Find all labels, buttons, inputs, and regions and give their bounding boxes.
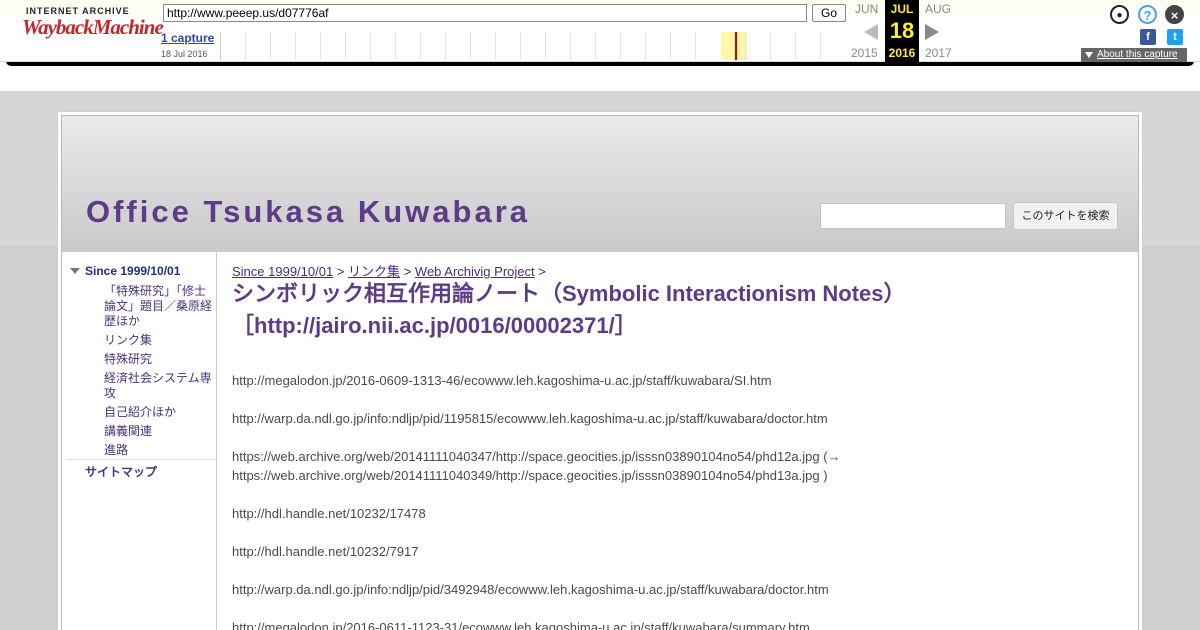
sparkline-month-divider	[445, 32, 446, 60]
sidebar-sitemap-link[interactable]: サイトマップ	[85, 463, 157, 480]
prev-capture-arrow-icon[interactable]	[864, 24, 878, 40]
page-title: シンボリック相互作用論ノート（Symbolic Interactionism N…	[232, 281, 906, 338]
sparkline-month-divider	[620, 32, 621, 60]
sparkline-month-divider	[570, 32, 571, 60]
sparkline-month-divider	[320, 32, 321, 60]
sparkline-month-divider	[295, 32, 296, 60]
breadcrumb-link-home[interactable]: Since 1999/10/01	[232, 264, 333, 279]
logo-bottom-text: WaybackMachine	[22, 15, 164, 39]
sparkline-month-divider	[545, 32, 546, 60]
sidebar-item-economic-systems[interactable]: 経済社会システム専攻	[104, 371, 216, 401]
content-line: https://web.archive.org/web/201411110403…	[232, 468, 828, 483]
sidebar-item-special-research[interactable]: 特殊研究	[104, 352, 216, 367]
sparkline-month-divider	[345, 32, 346, 60]
sidebar-item-lectures[interactable]: 講義関連	[104, 424, 216, 439]
sparkline-month-divider	[795, 32, 796, 60]
next-year-label[interactable]: 2017	[925, 46, 952, 60]
content-line: http://hdl.handle.net/10232/7917	[232, 544, 419, 559]
sparkline-month-divider	[770, 32, 771, 60]
chevron-down-icon	[1085, 52, 1093, 58]
sparkline-month-divider	[370, 32, 371, 60]
sparkline-month-divider	[695, 32, 696, 60]
sidebar-root-link[interactable]: Since 1999/10/01	[85, 264, 180, 278]
sparkline-month-divider	[270, 32, 271, 60]
sidebar-item-self-intro[interactable]: 自己紹介ほか	[104, 405, 216, 420]
content-line: https://web.archive.org/web/201411110403…	[232, 449, 841, 464]
sparkline-month-divider	[820, 32, 821, 60]
prev-year-label[interactable]: 2015	[851, 46, 878, 60]
current-capture-box: JUL 18 2016	[885, 0, 919, 62]
content-line: http://warp.da.ndl.go.jp/info:ndljp/pid/…	[232, 411, 828, 426]
sidebar-divider	[66, 459, 216, 460]
sparkline-month-divider	[670, 32, 671, 60]
sparkline-capture-mark[interactable]	[735, 32, 737, 60]
site-title[interactable]: Office Tsukasa Kuwabara	[86, 194, 530, 230]
site-header: Office Tsukasa Kuwabara このサイトを検索	[62, 116, 1138, 252]
sparkline-month-divider	[420, 32, 421, 60]
about-capture-label: About this capture	[1097, 49, 1178, 60]
sparkline-month-divider	[245, 32, 246, 60]
sparkline-current-month	[721, 32, 747, 60]
content-line: http://megalodon.jp/2016-0609-1313-46/ec…	[232, 373, 772, 388]
sparkline-month-divider	[520, 32, 521, 60]
prev-month-label[interactable]: JUN	[855, 2, 878, 16]
content-line: http://megalodon.jp/2016-0611-1123-31/ec…	[232, 620, 810, 630]
content-line: http://hdl.handle.net/10232/17478	[232, 506, 426, 521]
breadcrumb-link-links[interactable]: リンク集	[348, 264, 400, 279]
wayback-url-input[interactable]	[163, 4, 807, 22]
next-month-label[interactable]: AUG	[925, 2, 951, 16]
captures-link[interactable]: 1 capture	[161, 31, 214, 45]
sparkline-month-divider	[595, 32, 596, 60]
site-search-input[interactable]	[820, 203, 1006, 229]
sidebar-item-career[interactable]: 進路	[104, 443, 216, 458]
help-icon[interactable]: ?	[1138, 5, 1157, 24]
sidebar-item-links[interactable]: リンク集	[104, 333, 216, 348]
sparkline-month-divider	[395, 32, 396, 60]
go-button[interactable]: Go	[812, 4, 846, 22]
facebook-icon[interactable]: f	[1140, 29, 1156, 45]
breadcrumb-link-web-archiving[interactable]: Web Archivig Project	[415, 264, 535, 279]
site-search-button[interactable]: このサイトを検索	[1013, 202, 1118, 230]
about-capture-button[interactable]: About this capture	[1081, 48, 1187, 62]
site-inner: Office Tsukasa Kuwabara このサイトを検索 Since 1…	[61, 115, 1139, 630]
sparkline-month-divider	[745, 32, 746, 60]
sparkline-month-divider	[470, 32, 471, 60]
current-year-label: 2016	[888, 46, 916, 60]
sidebar: Since 1999/10/01 「特殊研究」「修士論文」題目／桑原経歴ほか リ…	[62, 252, 217, 630]
user-icon[interactable]: ●	[1110, 5, 1129, 24]
wayback-logo[interactable]: INTERNET ARCHIVE WaybackMachine	[22, 6, 164, 52]
toolbar-body: INTERNET ARCHIVE WaybackMachine Go 1 cap…	[0, 0, 1200, 62]
breadcrumb-separator: >	[403, 264, 412, 279]
breadcrumb-separator: >	[538, 264, 546, 279]
sparkline-month-divider	[495, 32, 496, 60]
sidebar-item-thesis-titles[interactable]: 「特殊研究」「修士論文」題目／桑原経歴ほか	[104, 284, 216, 329]
sparkline-month-divider	[645, 32, 646, 60]
breadcrumb-separator: >	[336, 264, 345, 279]
capture-sparkline[interactable]	[220, 32, 847, 60]
twitter-icon[interactable]: t	[1167, 29, 1183, 45]
next-capture-arrow-icon[interactable]	[925, 24, 939, 40]
content-line: http://warp.da.ndl.go.jp/info:ndljp/pid/…	[232, 582, 829, 597]
close-icon[interactable]: ×	[1165, 5, 1184, 24]
site-frame: Office Tsukasa Kuwabara このサイトを検索 Since 1…	[57, 111, 1143, 630]
capture-date-range: 18 Jul 2016	[161, 49, 208, 59]
wayback-toolbar: INTERNET ARCHIVE WaybackMachine Go 1 cap…	[0, 0, 1200, 68]
expand-triangle-icon[interactable]	[70, 268, 80, 274]
current-month-label: JUL	[890, 2, 914, 16]
current-day-label: 18	[889, 18, 915, 43]
